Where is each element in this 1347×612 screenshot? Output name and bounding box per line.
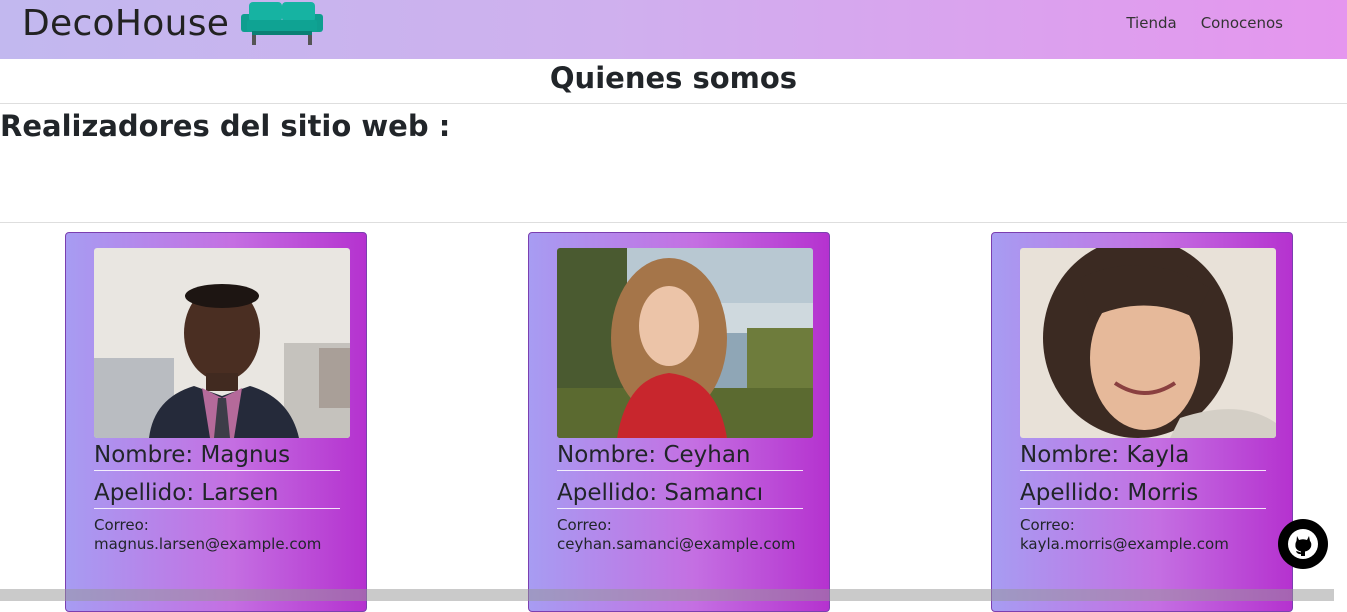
sofa-icon (241, 2, 324, 45)
divider (0, 103, 1347, 104)
page-title: Quienes somos (549, 61, 798, 95)
team-card: Nombre: Kayla Apellido: Morris Correo: k… (991, 232, 1293, 612)
horizontal-scrollbar[interactable] (0, 589, 1334, 601)
nav-link-conocenos[interactable]: Conocenos (1201, 14, 1283, 32)
divider (0, 222, 1347, 223)
profile-photo (557, 248, 813, 438)
email-label: Correo: (557, 516, 612, 534)
profile-photo (94, 248, 350, 438)
brand-name: DecoHouse (22, 2, 230, 44)
member-first-name: Nombre: Kayla (1020, 441, 1266, 471)
email-label: Correo: (94, 516, 149, 534)
member-last-name: Apellido: Larsen (94, 479, 340, 509)
section-title: Realizadores del sitio web : (0, 109, 451, 143)
team-card: Nombre: Magnus Apellido: Larsen Correo: … (65, 232, 367, 612)
member-first-name: Nombre: Ceyhan (557, 441, 803, 471)
member-last-name: Apellido: Morris (1020, 479, 1266, 509)
email-label: Correo: (1020, 516, 1075, 534)
member-first-name: Nombre: Magnus (94, 441, 340, 471)
member-last-name: Apellido: Samancı (557, 479, 803, 509)
github-icon (1288, 529, 1318, 559)
profile-photo (1020, 248, 1276, 438)
nav-link-tienda[interactable]: Tienda (1126, 14, 1176, 32)
github-button[interactable] (1278, 519, 1328, 569)
nav-links: Tienda Conocenos (1126, 14, 1283, 32)
team-card: Nombre: Ceyhan Apellido: Samancı Correo:… (528, 232, 830, 612)
member-email: ceyhan.samanci@example.com (557, 535, 796, 553)
member-email: kayla.morris@example.com (1020, 535, 1229, 553)
member-email: magnus.larsen@example.com (94, 535, 322, 553)
navbar: DecoHouse Tienda Conocenos (0, 0, 1347, 59)
brand-logo[interactable]: DecoHouse (22, 0, 324, 46)
